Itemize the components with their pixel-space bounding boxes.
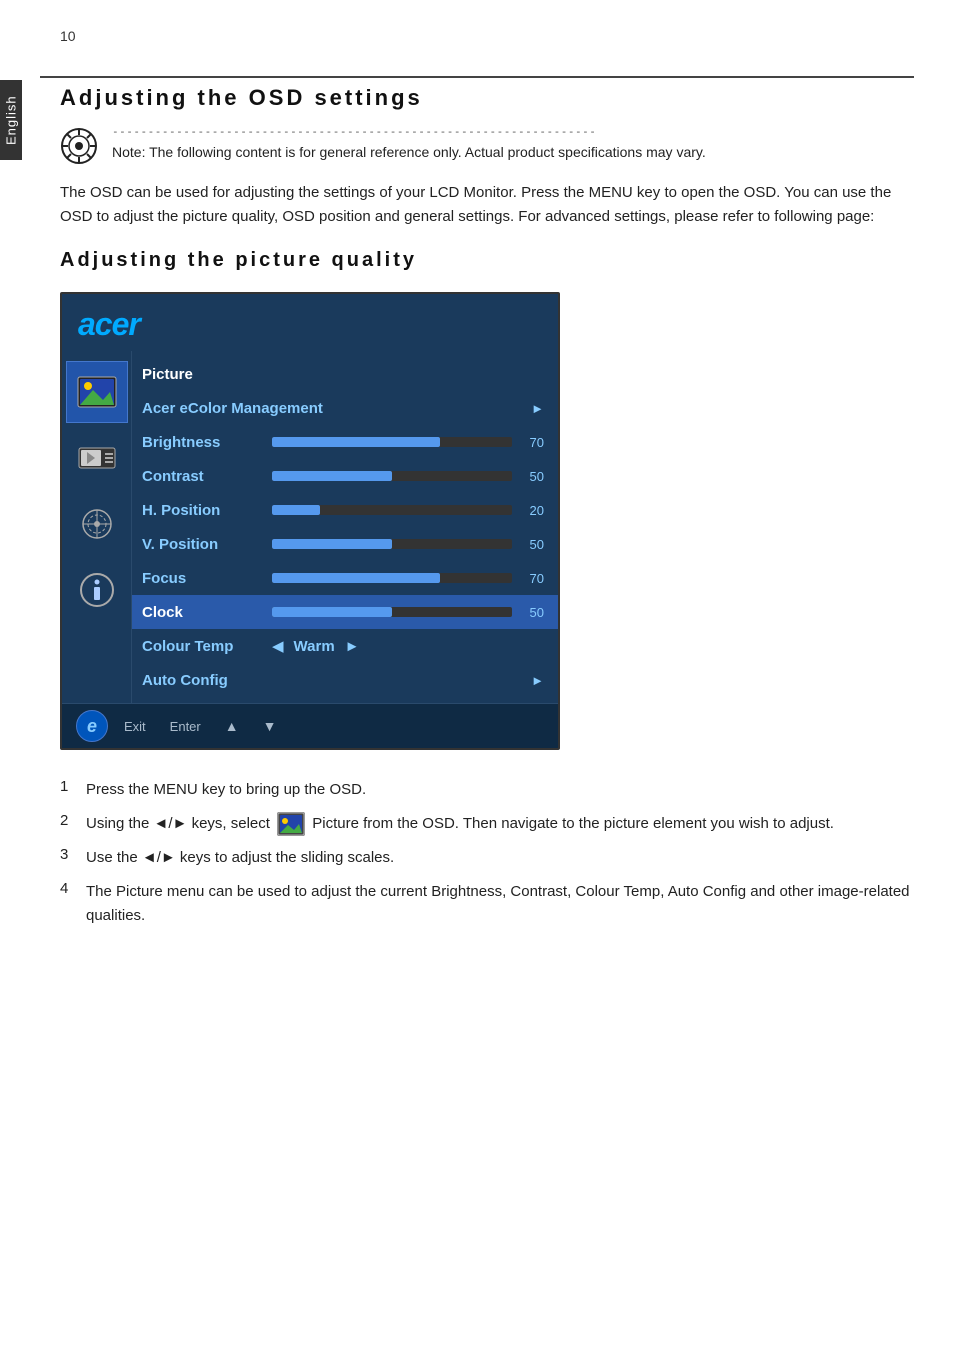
instruction-text-2: Using the ◄/► keys, select Picture from … [86,812,914,836]
osd-label-ecolor: Acer eColor Management [142,400,323,417]
osd-hposition-fill [272,505,320,515]
osd-menu-items: Picture Acer eColor Management ► Brightn… [132,351,558,703]
osd-contrast-value: 50 [520,469,544,484]
instruction-1: 1 Press the MENU key to bring up the OSD… [60,778,914,802]
instruction-num-3: 3 [60,846,76,863]
instructions: 1 Press the MENU key to bring up the OSD… [60,778,914,928]
osd-clock-value: 50 [520,605,544,620]
osd-vposition-value: 50 [520,537,544,552]
osd-row-clock[interactable]: Clock 50 [132,595,558,629]
osd-row-picture: Picture [132,357,558,391]
instruction-num-4: 4 [60,880,76,897]
osd-focus-value: 70 [520,571,544,586]
osd-sidebar-picture[interactable] [66,361,128,423]
osd-label-clock: Clock [142,604,272,621]
osd-footer-exit: Exit [124,719,146,734]
osd-label-colourtemp: Colour Temp [142,638,272,655]
sub-section-title: Adjusting the picture quality [60,249,914,272]
side-tab-english: English [0,80,22,160]
note-section: ----------------------------------------… [60,125,914,165]
osd-sidebar-osd[interactable] [66,493,128,555]
osd-brightness-slider[interactable] [272,437,512,447]
osd-row-vposition[interactable]: V. Position 50 [132,527,558,561]
osd-row-brightness[interactable]: Brightness 70 [132,425,558,459]
osd-footer-down: ▼ [263,718,277,734]
note-text-block: ----------------------------------------… [112,125,914,163]
osd-focus-slider-area: 70 [272,571,544,586]
osd-sidebar-info[interactable] [66,559,128,621]
osd-menu: acer [60,292,560,750]
osd-contrast-fill [272,471,392,481]
section-title: Adjusting the OSD settings [60,85,914,111]
osd-colourtemp-left-arrow[interactable]: ◀ [272,637,284,655]
osd-sidebar-brightness[interactable] [66,427,128,489]
instruction-3: 3 Use the ◄/► keys to adjust the sliding… [60,846,914,870]
instruction-2: 2 Using the ◄/► keys, select Picture fro… [60,812,914,836]
osd-row-ecolor[interactable]: Acer eColor Management ► [132,391,558,425]
osd-brightness-fill [272,437,440,447]
osd-autoconfig-arrow: ► [531,673,544,688]
osd-ecolor-arrow: ► [531,401,544,416]
osd-colourtemp-value: Warm [294,638,335,655]
osd-sidebar [62,351,132,703]
body-text: The OSD can be used for adjusting the se… [60,181,914,229]
osd-contrast-slider[interactable] [272,471,512,481]
settings-icon [60,127,98,165]
osd-footer: e Exit Enter ▲ ▼ [62,703,558,748]
osd-label-brightness: Brightness [142,434,272,451]
osd-vposition-slider[interactable] [272,539,512,549]
osd-hposition-slider[interactable] [272,505,512,515]
osd-clock-slider-area: 50 [272,605,544,620]
osd-vposition-fill [272,539,392,549]
note-dashes: ----------------------------------------… [112,125,914,138]
osd-row-hposition[interactable]: H. Position 20 [132,493,558,527]
osd-label-autoconfig: Auto Config [142,672,272,689]
osd-contrast-slider-area: 50 [272,469,544,484]
osd-vposition-slider-area: 50 [272,537,544,552]
osd-label-contrast: Contrast [142,468,272,485]
osd-label-vposition: V. Position [142,536,272,553]
osd-label-focus: Focus [142,570,272,587]
osd-label-hposition: H. Position [142,502,272,519]
osd-footer-items: Exit Enter ▲ ▼ [124,718,276,734]
osd-row-focus[interactable]: Focus 70 [132,561,558,595]
osd-footer-up: ▲ [225,718,239,734]
osd-row-colourtemp[interactable]: Colour Temp ◀ Warm ► [132,629,558,663]
instruction-4: 4 The Picture menu can be used to adjust… [60,880,914,928]
osd-row-contrast[interactable]: Contrast 50 [132,459,558,493]
osd-hposition-slider-area: 20 [272,503,544,518]
osd-clock-slider[interactable] [272,607,512,617]
osd-row-autoconfig[interactable]: Auto Config ► [132,663,558,697]
osd-label-picture: Picture [142,366,272,383]
osd-focus-slider[interactable] [272,573,512,583]
instruction-text-4: The Picture menu can be used to adjust t… [86,880,914,928]
note-text: Note: The following content is for gener… [112,142,914,163]
page-number: 10 [60,28,76,44]
osd-colourtemp-controls: ◀ Warm ► [272,637,544,655]
osd-brightness-slider-area: 70 [272,435,544,450]
osd-footer-enter: Enter [170,719,201,734]
osd-header: acer [62,294,558,351]
osd-brightness-value: 70 [520,435,544,450]
instruction-text-3: Use the ◄/► keys to adjust the sliding s… [86,846,914,870]
acer-logo: acer [78,306,542,343]
instruction-num-2: 2 [60,812,76,829]
osd-focus-fill [272,573,440,583]
instruction-text-1: Press the MENU key to bring up the OSD. [86,778,914,802]
osd-clock-fill [272,607,392,617]
osd-footer-logo: e [76,710,108,742]
osd-colourtemp-right-arrow[interactable]: ► [345,638,360,655]
instruction-num-1: 1 [60,778,76,795]
top-divider [40,76,914,78]
osd-hposition-value: 20 [520,503,544,518]
